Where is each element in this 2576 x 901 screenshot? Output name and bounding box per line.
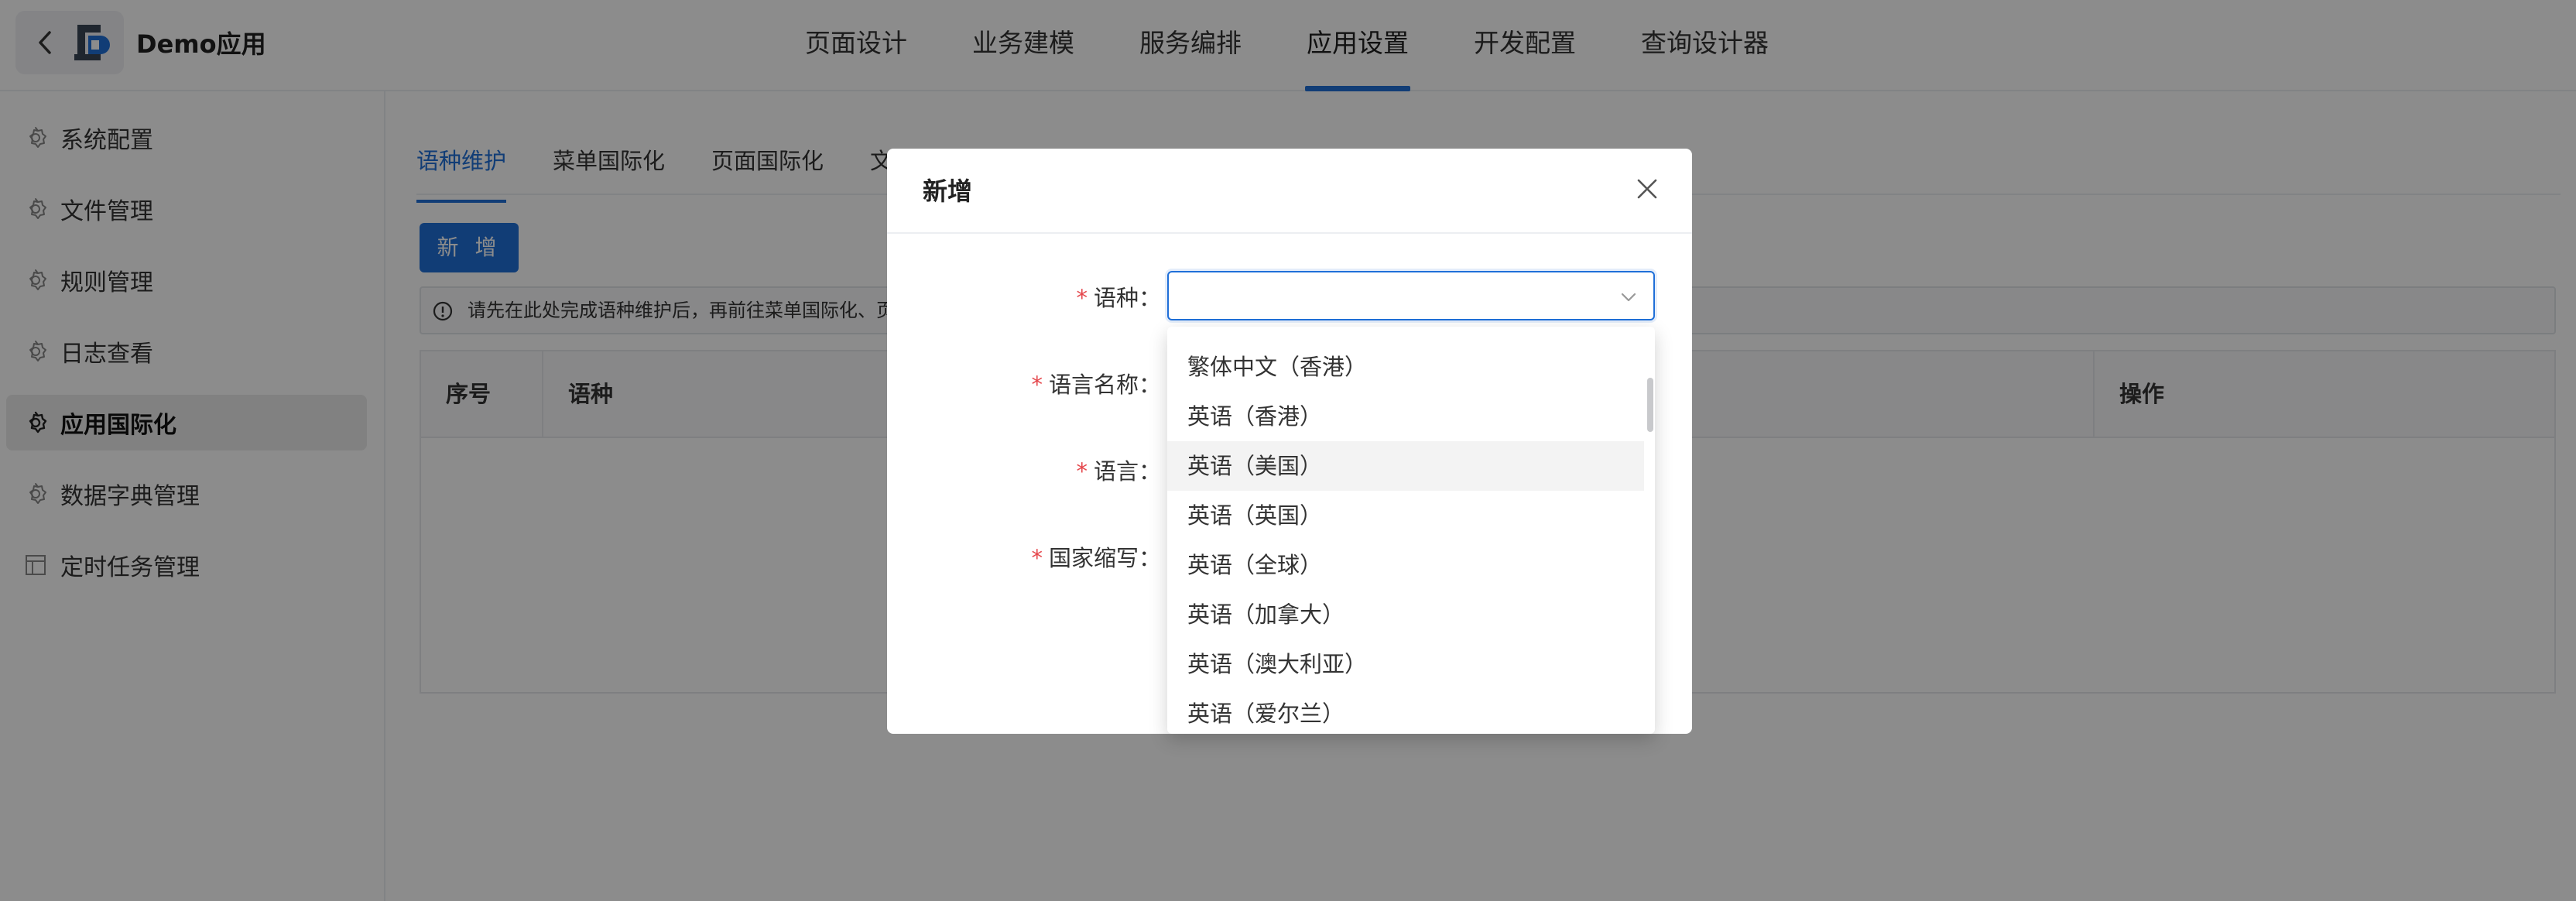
- dropdown-option[interactable]: 英语（香港）: [1167, 392, 1644, 441]
- dropdown-scrollbar[interactable]: [1647, 378, 1653, 432]
- language-kind-select[interactable]: [1167, 271, 1655, 320]
- dropdown-option[interactable]: 英语（英国）: [1167, 491, 1644, 540]
- language-kind-dropdown: 繁体中文（香港） 英语（香港） 英语（美国） 英语（英国） 英语（全球） 英语（…: [1167, 327, 1655, 734]
- dropdown-option[interactable]: 英语（爱尔兰）: [1167, 689, 1644, 734]
- label-text: 语言名称：: [1048, 372, 1161, 398]
- field-language-name-label: * 语言名称：: [887, 367, 1161, 398]
- close-icon[interactable]: [1635, 176, 1660, 201]
- required-mark: *: [1031, 545, 1043, 571]
- dropdown-option-hovered[interactable]: 英语（美国）: [1167, 441, 1644, 491]
- label-text: 国家缩写：: [1048, 545, 1161, 571]
- field-language-kind-label: * 语种：: [887, 280, 1161, 311]
- dialog-header: 新增: [887, 149, 1692, 234]
- dropdown-option[interactable]: 英语（澳大利亚）: [1167, 639, 1644, 689]
- field-language-label: * 语言：: [887, 454, 1161, 485]
- dialog-title: 新增: [923, 176, 973, 206]
- label-text: 语言：: [1093, 458, 1161, 485]
- required-mark: *: [1076, 458, 1088, 485]
- dropdown-option[interactable]: 英语（全球）: [1167, 540, 1644, 590]
- dropdown-option[interactable]: 英语（加拿大）: [1167, 590, 1644, 639]
- dropdown-option[interactable]: 繁体中文（香港）: [1167, 342, 1644, 392]
- required-mark: *: [1031, 372, 1043, 398]
- label-text: 语种：: [1093, 285, 1161, 311]
- field-country-abbr-label: * 国家缩写：: [887, 540, 1161, 571]
- required-mark: *: [1076, 285, 1088, 311]
- chevron-down-icon: [1621, 293, 1636, 302]
